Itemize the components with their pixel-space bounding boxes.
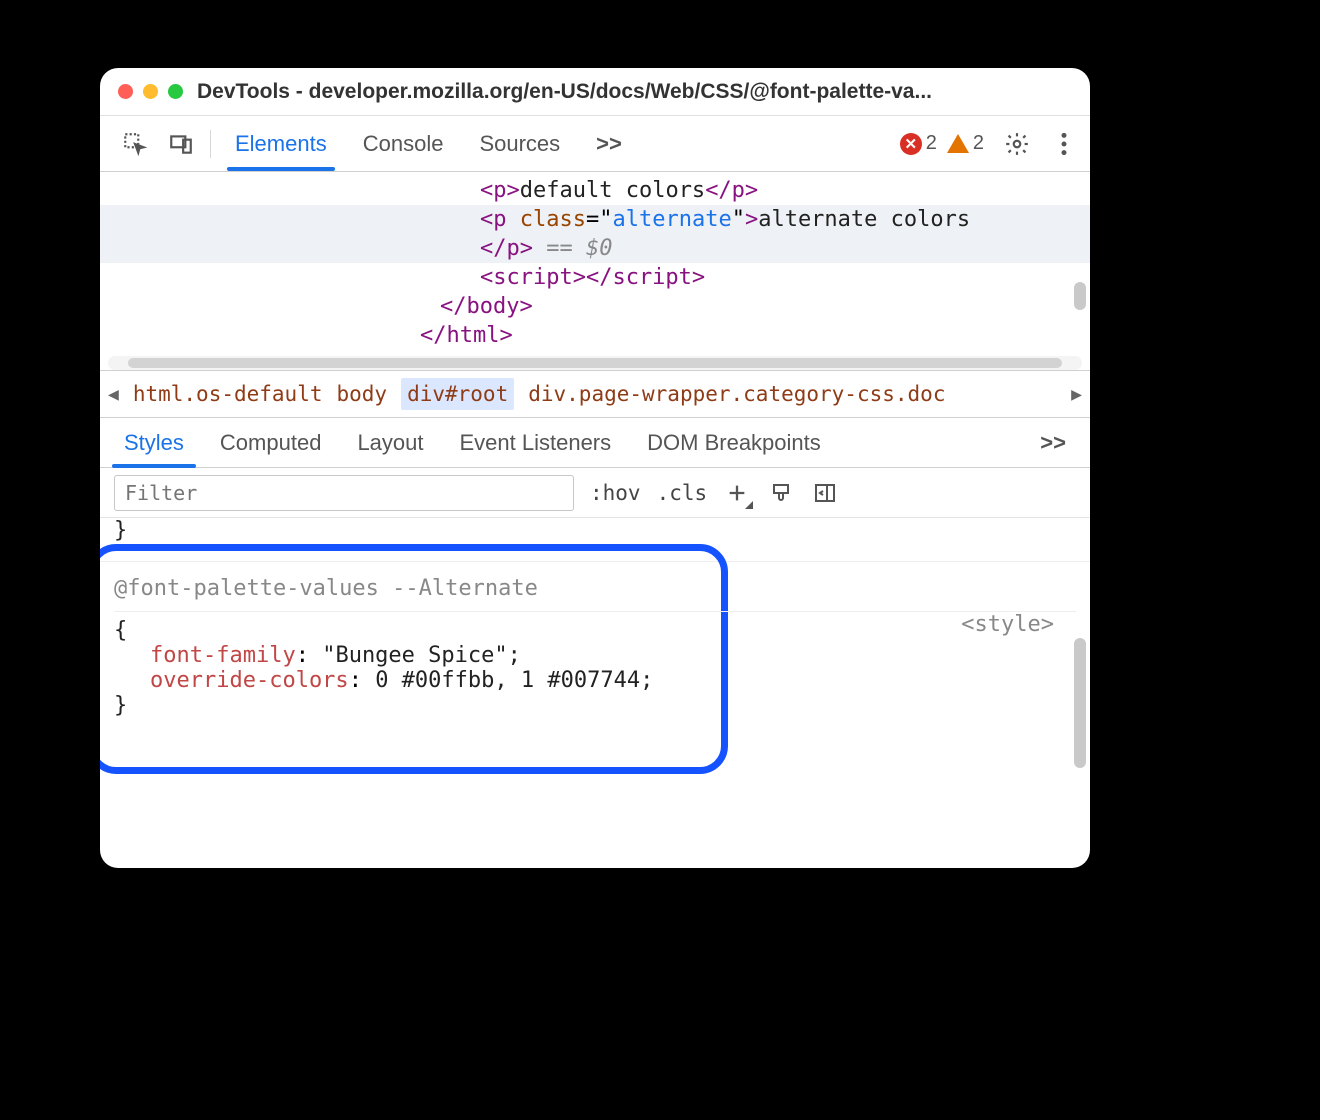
warnings-badge[interactable]: 2 xyxy=(947,132,984,155)
dom-tree-line[interactable]: <p class="alternate">alternate colors xyxy=(100,205,1090,234)
stab-styles[interactable]: Styles xyxy=(106,418,202,467)
warning-icon xyxy=(947,134,969,153)
warnings-count: 2 xyxy=(973,132,984,155)
rule-source-link[interactable]: <style> xyxy=(961,612,1054,637)
dom-tree-line[interactable]: </body> xyxy=(100,292,1090,321)
tab-console[interactable]: Console xyxy=(345,116,462,171)
dom-tree-line[interactable]: <script></script> xyxy=(100,263,1090,292)
breadcrumb-item-selected[interactable]: div#root xyxy=(401,378,514,410)
window-title: DevTools - developer.mozilla.org/en-US/d… xyxy=(197,80,1072,104)
more-menu-icon[interactable] xyxy=(1050,131,1078,157)
window-titlebar: DevTools - developer.mozilla.org/en-US/d… xyxy=(100,68,1090,116)
main-toolbar: Elements Console Sources >> ✕ 2 2 xyxy=(100,116,1090,172)
dom-breadcrumb: ◀ html.os-default body div#root div.page… xyxy=(100,370,1090,418)
rule-open-brace: { xyxy=(114,618,1076,643)
stab-event-listeners[interactable]: Event Listeners xyxy=(442,418,630,467)
styles-vertical-scrollbar[interactable] xyxy=(1074,518,1086,868)
rule-close-brace: } xyxy=(114,693,1076,718)
prev-rule-close-brace: } xyxy=(114,518,1076,543)
breadcrumb-left-arrow[interactable]: ◀ xyxy=(108,384,119,405)
hov-toggle[interactable]: :hov xyxy=(590,481,641,505)
breadcrumb-item[interactable]: html.os-default xyxy=(133,382,323,406)
settings-icon[interactable] xyxy=(994,131,1040,157)
stabs-overflow-button[interactable]: >> xyxy=(1022,418,1084,467)
paint-brush-icon[interactable] xyxy=(767,479,795,507)
stab-computed[interactable]: Computed xyxy=(202,418,340,467)
styles-pane[interactable]: } @font-palette-values --Alternate <styl… xyxy=(100,518,1090,868)
errors-count: 2 xyxy=(926,132,937,155)
css-property-name[interactable]: font-family xyxy=(150,643,296,668)
dom-vertical-scrollbar[interactable] xyxy=(1074,172,1086,370)
breadcrumb-item[interactable]: div.page-wrapper.category-css.doc xyxy=(528,382,945,406)
errors-badge[interactable]: ✕ 2 xyxy=(900,132,937,155)
inspect-element-icon[interactable] xyxy=(112,131,158,157)
css-declaration[interactable]: font-family: "Bungee Spice"; xyxy=(114,643,1076,668)
toolbar-separator xyxy=(210,130,211,158)
dom-horizontal-scrollbar[interactable] xyxy=(108,356,1082,370)
devtools-window: DevTools - developer.mozilla.org/en-US/d… xyxy=(100,68,1090,868)
error-icon: ✕ xyxy=(900,133,922,155)
tab-sources[interactable]: Sources xyxy=(461,116,578,171)
new-style-rule-icon[interactable] xyxy=(723,479,751,507)
styles-filter-input[interactable] xyxy=(114,475,574,511)
css-property-value[interactable]: "Bungee Spice"; xyxy=(322,643,521,668)
css-declaration[interactable]: override-colors: 0 #00ffbb, 1 #007744; xyxy=(114,668,1076,693)
stab-dom-breakpoints[interactable]: DOM Breakpoints xyxy=(629,418,839,467)
panel-tabs: Elements Console Sources >> xyxy=(217,116,640,171)
device-toggle-icon[interactable] xyxy=(158,131,204,157)
breadcrumb-right-arrow[interactable]: ▶ xyxy=(1071,384,1082,405)
dom-tree-line[interactable]: </html> xyxy=(100,321,1090,350)
dom-tree-line[interactable]: <p>default colors</p> xyxy=(100,176,1090,205)
close-window-button[interactable] xyxy=(118,84,133,99)
traffic-lights xyxy=(118,84,183,99)
toggle-sidebar-icon[interactable] xyxy=(811,479,839,507)
maximize-window-button[interactable] xyxy=(168,84,183,99)
styles-filterbar: :hov .cls xyxy=(100,468,1090,518)
tab-elements[interactable]: Elements xyxy=(217,116,345,171)
dom-tree-panel[interactable]: <p>default colors</p><p class="alternate… xyxy=(100,172,1090,370)
dom-tree-line[interactable]: </p> == $0 xyxy=(100,234,1090,263)
css-property-name[interactable]: override-colors xyxy=(150,668,349,693)
styles-tabbar: Styles Computed Layout Event Listeners D… xyxy=(100,418,1090,468)
tabs-overflow-button[interactable]: >> xyxy=(578,116,640,171)
rule-selector-header[interactable]: @font-palette-values --Alternate xyxy=(114,562,1076,611)
cls-toggle[interactable]: .cls xyxy=(657,481,708,505)
css-property-value[interactable]: 0 #00ffbb, 1 #007744; xyxy=(375,668,653,693)
stab-layout[interactable]: Layout xyxy=(339,418,441,467)
breadcrumb-item[interactable]: body xyxy=(337,382,388,406)
minimize-window-button[interactable] xyxy=(143,84,158,99)
